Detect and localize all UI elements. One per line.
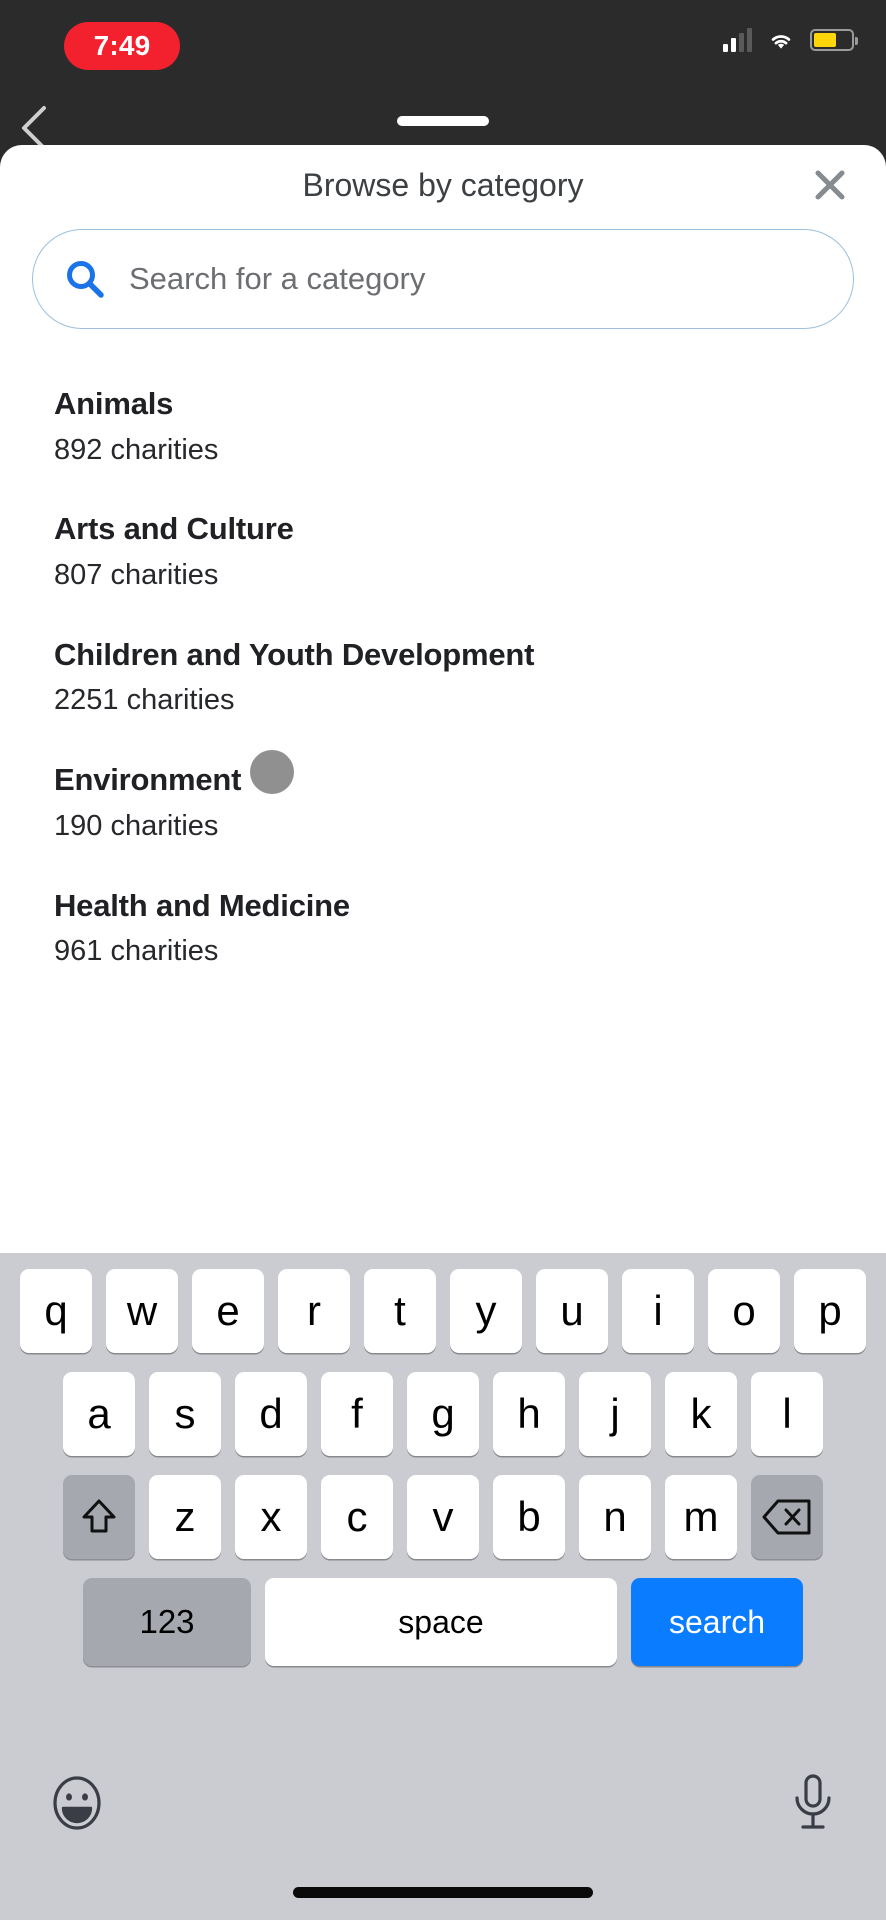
shift-key[interactable]: [63, 1475, 135, 1559]
browse-category-sheet: Browse by category Animals 892 charities…: [0, 145, 886, 1253]
category-item-animals[interactable]: Animals 892 charities: [0, 350, 886, 475]
key-l[interactable]: l: [751, 1372, 823, 1456]
key-g[interactable]: g: [407, 1372, 479, 1456]
shift-arrow-icon: [82, 1499, 116, 1533]
category-count: 2251 charities: [54, 684, 235, 717]
space-key[interactable]: space: [265, 1578, 617, 1666]
key-y[interactable]: y: [450, 1269, 522, 1353]
sheet-header: Browse by category: [0, 145, 886, 225]
key-z[interactable]: z: [149, 1475, 221, 1559]
category-name: Environment: [54, 762, 242, 798]
category-name: Arts and Culture: [54, 511, 294, 547]
close-button[interactable]: [804, 159, 856, 211]
search-input[interactable]: [129, 261, 823, 297]
key-e[interactable]: e: [192, 1269, 264, 1353]
key-d[interactable]: d: [235, 1372, 307, 1456]
key-t[interactable]: t: [364, 1269, 436, 1353]
page-title: Browse by category: [302, 166, 584, 203]
key-a[interactable]: a: [63, 1372, 135, 1456]
key-c[interactable]: c: [321, 1475, 393, 1559]
backspace-icon: [762, 1499, 811, 1535]
key-o[interactable]: o: [708, 1269, 780, 1353]
category-count: 807 charities: [54, 558, 219, 591]
keyboard-row-4: 123 space search: [0, 1578, 886, 1666]
key-q[interactable]: q: [20, 1269, 92, 1353]
key-f[interactable]: f: [321, 1372, 393, 1456]
category-count: 961 charities: [54, 935, 219, 968]
keyboard-row-3: z x c v b n m: [0, 1475, 886, 1559]
category-count: 892 charities: [54, 433, 219, 466]
cellular-signal-icon: [723, 28, 752, 52]
category-name: Children and Youth Development: [54, 636, 535, 672]
key-x[interactable]: x: [235, 1475, 307, 1559]
category-item-health-and-medicine[interactable]: Health and Medicine 961 charities: [0, 852, 886, 977]
key-b[interactable]: b: [493, 1475, 565, 1559]
key-u[interactable]: u: [536, 1269, 608, 1353]
key-k[interactable]: k: [665, 1372, 737, 1456]
search-return-key[interactable]: search: [631, 1578, 803, 1666]
key-h[interactable]: h: [493, 1372, 565, 1456]
category-count: 190 charities: [54, 809, 219, 842]
keyboard-row-2: a s d f g h j k l: [0, 1372, 886, 1456]
emoji-smiley-icon: [53, 1775, 101, 1830]
category-name: Health and Medicine: [54, 887, 350, 923]
key-p[interactable]: p: [794, 1269, 866, 1353]
battery-icon: [810, 29, 858, 51]
recording-time-pill: 7:49: [64, 22, 180, 70]
category-item-environment[interactable]: Environment 190 charities: [0, 726, 886, 851]
category-item-children-and-youth-development[interactable]: Children and Youth Development 2251 char…: [0, 601, 886, 726]
key-r[interactable]: r: [278, 1269, 350, 1353]
key-m[interactable]: m: [665, 1475, 737, 1559]
category-item-arts-and-culture[interactable]: Arts and Culture 807 charities: [0, 475, 886, 600]
numbers-key[interactable]: 123: [83, 1578, 251, 1666]
status-bar: 7:49: [0, 0, 886, 100]
keyboard-row-1: q w e r t y u i o p: [0, 1269, 886, 1353]
wifi-icon: [771, 35, 791, 49]
key-n[interactable]: n: [579, 1475, 651, 1559]
key-w[interactable]: w: [106, 1269, 178, 1353]
close-icon: [815, 170, 845, 200]
key-i[interactable]: i: [622, 1269, 694, 1353]
key-s[interactable]: s: [149, 1372, 221, 1456]
search-icon: [67, 261, 104, 298]
category-list: Animals 892 charities Arts and Culture 8…: [0, 350, 886, 977]
category-name: Animals: [54, 386, 174, 421]
key-j[interactable]: j: [579, 1372, 651, 1456]
emoji-button[interactable]: [48, 1774, 106, 1837]
status-bar-time: 7:49: [93, 30, 151, 61]
on-screen-keyboard: q w e r t y u i o p a s d f g h j k l z …: [0, 1253, 886, 1920]
dictation-button[interactable]: [788, 1772, 838, 1839]
home-indicator: [293, 1887, 593, 1898]
key-v[interactable]: v: [407, 1475, 479, 1559]
backspace-key[interactable]: [751, 1475, 823, 1559]
status-bar-indicators: [723, 28, 858, 52]
search-field[interactable]: [32, 229, 854, 329]
microphone-icon: [795, 1773, 831, 1829]
sheet-drag-handle[interactable]: [397, 116, 489, 126]
keyboard-bottom-bar: [0, 1762, 886, 1848]
phone-screen: 7:49 Browse by category Search for a cat…: [0, 0, 886, 1920]
